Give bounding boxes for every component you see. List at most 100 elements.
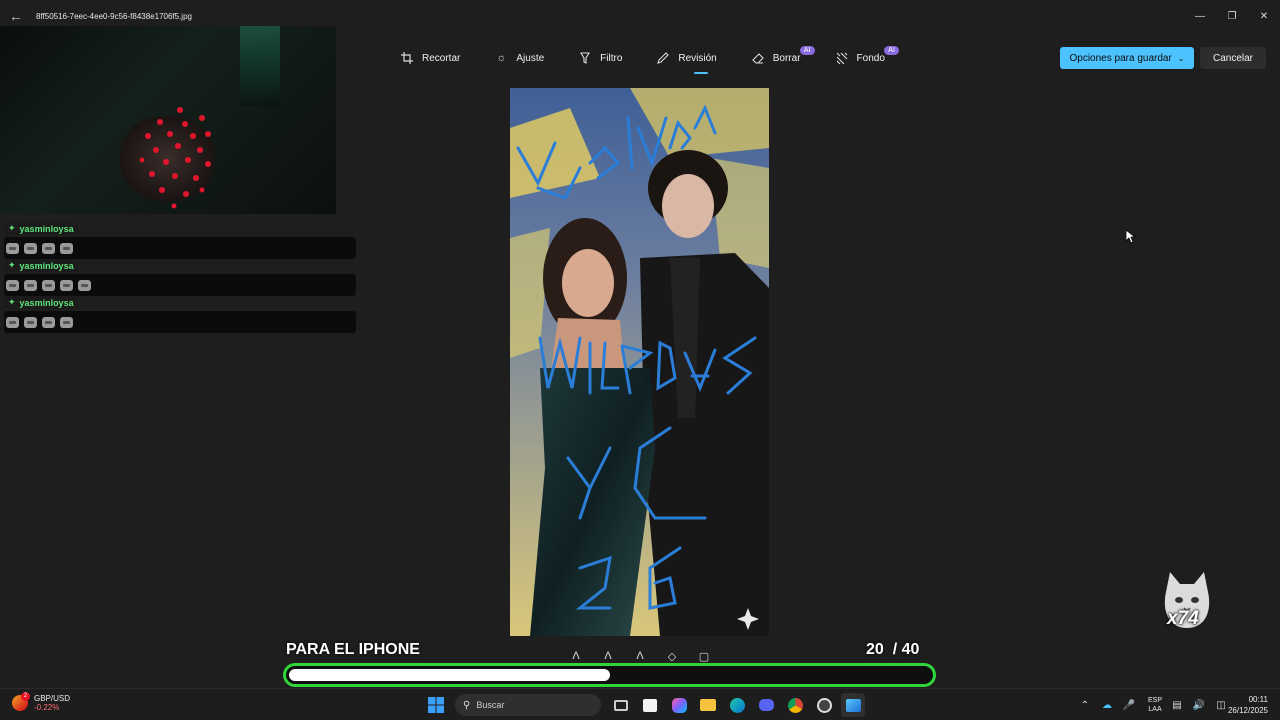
tab-adjust-label: Ajuste [516, 52, 545, 64]
tab-markup[interactable]: Revisión [656, 44, 717, 74]
crop-icon [400, 51, 414, 65]
pencil-tip-icon: Λ [604, 650, 612, 662]
clear-all-button[interactable]: ▢ [696, 648, 712, 664]
language-indicator[interactable]: ESP LAA [1148, 696, 1162, 714]
cat-emote-icon [60, 279, 73, 291]
speaker-icon: 🔊 [1192, 699, 1206, 711]
photo-image [510, 88, 769, 636]
onedrive-button[interactable]: ☁ [1098, 693, 1116, 717]
pen-tip-icon: Λ [572, 650, 580, 662]
widget-text: GBP/USD -0.22% [34, 694, 70, 712]
markup-tools: Λ Λ Λ ◇ ▢ [568, 648, 728, 664]
save-options-label: Opciones para guardar [1069, 52, 1172, 64]
copilot-button[interactable] [667, 693, 691, 717]
window-title: 8ff50516-7eec-4ee0-9c56-f8438e1706f5.jpg [36, 11, 192, 21]
tab-filter[interactable]: Filtro [578, 44, 622, 72]
edit-toolbar: Recortar ☼ Ajuste Filtro Revisión Borrar… [400, 44, 919, 74]
chat-username: ✦ yasminloysa [4, 296, 78, 309]
keyboard-layout: LAA [1148, 706, 1162, 713]
task-view-icon [614, 699, 628, 711]
obs-button[interactable] [812, 693, 836, 717]
volume-button[interactable]: 🔊 [1190, 693, 1208, 717]
webcam-face-filter [139, 107, 211, 209]
highlighter-button[interactable]: Λ [632, 648, 648, 664]
goal-count: 20 / 40 [866, 641, 919, 659]
start-button[interactable] [424, 693, 448, 717]
task-view-button[interactable] [609, 693, 633, 717]
discord-button[interactable] [754, 693, 778, 717]
system-tray: ⌃ ☁ 🎤 ESP LAA ▤ 🔊 ◫ [1076, 693, 1234, 717]
minimize-button[interactable]: — [1184, 0, 1216, 32]
cat-emote-icon [24, 242, 37, 254]
eraser-icon [751, 51, 765, 65]
widget-title: GBP/USD [34, 694, 71, 703]
eraser-icon: ◇ [667, 650, 677, 663]
clear-ink-icon: ▢ [698, 650, 710, 663]
clock-date: 26/12/2025 [1227, 706, 1268, 715]
obs-icon [816, 697, 832, 713]
stock-widget[interactable]: 2 GBP/USD -0.22% [12, 692, 70, 712]
file-explorer-button[interactable] [696, 693, 720, 717]
goal-title: PARA EL IPHONE [286, 641, 420, 658]
network-button[interactable]: ▤ [1168, 693, 1186, 717]
store-button[interactable] [638, 693, 662, 717]
chat-username: ✦ yasminloysa [4, 259, 78, 272]
maximize-button[interactable]: ❐ [1216, 0, 1248, 32]
brightness-icon: ☼ [496, 52, 507, 64]
star-icon: ✦ [8, 297, 16, 307]
clock-time: 00:11 [1248, 695, 1268, 704]
goal-current: 20 [866, 641, 884, 658]
cat-emote-icon [78, 279, 91, 291]
pen-icon [656, 51, 670, 65]
microphone-button[interactable]: 🎤 [1120, 693, 1138, 717]
microphone-icon: 🎤 [1122, 699, 1136, 711]
highlighter-icon: Λ [636, 650, 644, 662]
cat-emote-icon [24, 316, 37, 328]
show-hidden-icons-button[interactable]: ⌃ [1076, 693, 1094, 717]
edge-button[interactable] [725, 693, 749, 717]
background-icon [835, 51, 849, 65]
cat-emote-icon [42, 316, 55, 328]
chat-username: ✦ yasminloysa [4, 222, 78, 235]
network-icon: ▤ [1172, 699, 1182, 711]
cancel-button[interactable]: Cancelar [1200, 47, 1266, 69]
filter-icon [578, 51, 592, 65]
restore-icon: ❐ [1227, 10, 1237, 22]
tab-filter-label: Filtro [600, 52, 623, 64]
language-code: ESP [1148, 697, 1163, 704]
tab-erase-label: Borrar [772, 52, 801, 64]
goal-progress-bar [283, 663, 936, 687]
ballpoint-pen-button[interactable]: Λ [568, 648, 584, 664]
photos-icon [845, 698, 861, 712]
tab-adjust[interactable]: ☼ Ajuste [494, 44, 544, 72]
chat-message: ✦ yasminloysa [4, 218, 356, 259]
chat-username-text: yasminloysa [19, 223, 74, 234]
photos-app-window: ← 8ff50516-7eec-4ee0-9c56-f8438e1706f5.j… [0, 0, 1280, 720]
chevron-down-icon: ⌄ [1177, 53, 1185, 63]
chat-message: ✦ yasminloysa [4, 255, 356, 296]
taskbar-clock[interactable]: 00:11 26/12/2025 [1228, 694, 1268, 716]
close-icon: ✕ [1259, 10, 1269, 22]
close-button[interactable]: ✕ [1248, 0, 1280, 32]
discord-icon [758, 699, 774, 711]
taskbar-search[interactable]: ⚲ Buscar [455, 694, 601, 716]
chrome-icon [787, 697, 803, 713]
ai-badge: AI [884, 46, 899, 55]
cat-emote-icon [6, 316, 19, 328]
pencil-button[interactable]: Λ [600, 648, 616, 664]
tab-crop-label: Recortar [422, 52, 461, 64]
save-options-button[interactable]: Opciones para guardar ⌄ [1060, 47, 1194, 69]
tab-background-label: Fondo [856, 52, 885, 64]
eraser-button[interactable]: ◇ [664, 648, 680, 664]
widget-change: -0.22% [34, 703, 60, 712]
cat-emote-icon [42, 279, 55, 291]
search-icon: ⚲ [463, 699, 471, 711]
chrome-button[interactable] [783, 693, 807, 717]
photo-canvas[interactable] [510, 88, 769, 636]
tab-background[interactable]: Fondo AI [835, 44, 899, 72]
star-icon: ✦ [8, 223, 16, 233]
tab-crop[interactable]: Recortar [400, 44, 460, 72]
cat-emote-icon [6, 279, 19, 291]
tab-erase[interactable]: Borrar AI [751, 44, 815, 72]
photos-button[interactable] [841, 693, 865, 717]
